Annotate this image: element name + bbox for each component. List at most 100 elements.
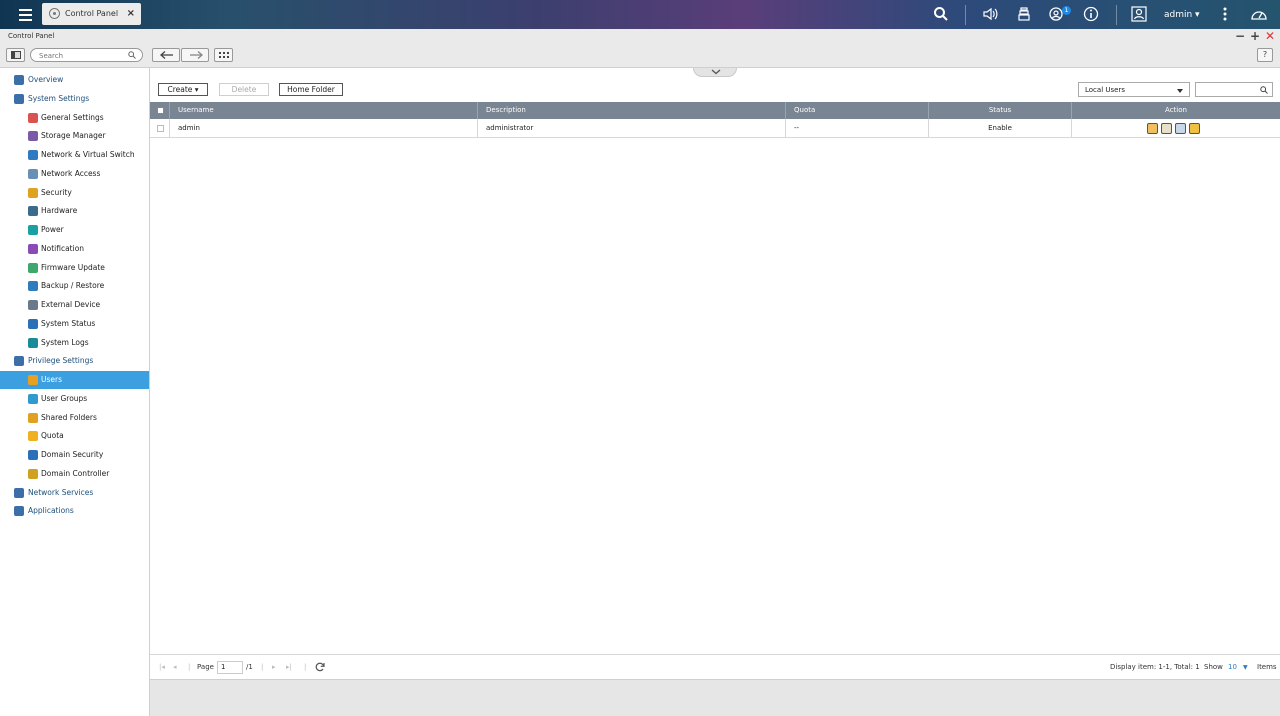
- filter-input[interactable]: [1195, 82, 1273, 97]
- sidebar-item-shared-folders[interactable]: Shared Folders: [0, 409, 149, 427]
- last-page-icon[interactable]: ▸|: [286, 663, 292, 671]
- page-label: Page: [197, 663, 214, 671]
- refresh-icon[interactable]: [315, 662, 325, 672]
- sidebar-item-overview[interactable]: Overview: [0, 71, 149, 89]
- external-device-icon: [28, 300, 38, 310]
- sidebar-item-label: Quota: [41, 431, 64, 441]
- domain-security-icon: [28, 450, 38, 460]
- back-button[interactable]: [152, 48, 180, 62]
- window-title: Control Panel: [8, 32, 55, 40]
- tab-control-panel[interactable]: Control Panel ×: [42, 3, 141, 25]
- chevron-down-icon[interactable]: ▼: [1243, 664, 1248, 671]
- divider: |: [261, 663, 264, 671]
- sidebar-item-user-groups[interactable]: User Groups: [0, 390, 149, 408]
- more-options-icon[interactable]: [1217, 6, 1233, 22]
- maximize-button[interactable]: +: [1250, 29, 1260, 44]
- main-menu-button[interactable]: [12, 4, 38, 25]
- close-window-button[interactable]: ✕: [1265, 29, 1275, 44]
- edit-permissions-icon[interactable]: [1189, 123, 1200, 134]
- search-icon[interactable]: [933, 6, 949, 22]
- user-menu[interactable]: admin ▾: [1164, 10, 1200, 20]
- dashboard-icon[interactable]: [1250, 6, 1268, 22]
- sidebar-item-power[interactable]: Power: [0, 221, 149, 239]
- search-icon[interactable]: [128, 51, 136, 59]
- page-size-select[interactable]: 10: [1228, 663, 1237, 671]
- sidebar-item-general-settings[interactable]: General Settings: [0, 109, 149, 127]
- column-header-description[interactable]: Description: [478, 102, 786, 119]
- sidebar-item-label: System Status: [41, 318, 96, 328]
- sidebar-item-privilege-settings[interactable]: Privilege Settings: [0, 352, 149, 370]
- sidebar-item-system-settings[interactable]: System Settings: [0, 90, 149, 108]
- user-type-select[interactable]: Local Users: [1078, 82, 1190, 97]
- column-header-username[interactable]: Username: [170, 102, 478, 119]
- column-header-quota[interactable]: Quota: [786, 102, 929, 119]
- select-all-checkbox[interactable]: [157, 107, 164, 114]
- user-type-value: Local Users: [1085, 86, 1125, 94]
- show-label: Show: [1204, 663, 1223, 671]
- sidebar-item-network-access[interactable]: Network Access: [0, 165, 149, 183]
- table-header: Username Description Quota Status Action: [150, 102, 1280, 119]
- user-avatar-icon[interactable]: [1131, 6, 1147, 22]
- table-row[interactable]: admin administrator -- Enable: [150, 119, 1280, 138]
- next-page-icon[interactable]: ▸: [272, 663, 276, 671]
- sidebar-item-label: Applications: [28, 506, 74, 516]
- collapse-panel-button[interactable]: [693, 68, 737, 77]
- sidebar-toggle-button[interactable]: [6, 48, 25, 62]
- sidebar-item-firmware-update[interactable]: Firmware Update: [0, 259, 149, 277]
- cell-username: admin: [170, 119, 478, 138]
- background-tasks-icon[interactable]: [1016, 6, 1032, 22]
- forward-button[interactable]: [181, 48, 209, 62]
- app-grid-button[interactable]: [214, 48, 233, 62]
- sidebar-item-system-status[interactable]: System Status: [0, 315, 149, 333]
- column-header-status[interactable]: Status: [929, 102, 1072, 119]
- sidebar-item-security[interactable]: Security: [0, 184, 149, 202]
- create-button[interactable]: Create ▾: [158, 83, 208, 96]
- edit-group-icon[interactable]: [1175, 123, 1186, 134]
- sidebar-item-label: System Logs: [41, 337, 89, 347]
- users-icon: [28, 375, 38, 385]
- system-settings-icon: [14, 93, 24, 104]
- search-box[interactable]: [30, 48, 143, 62]
- search-icon[interactable]: [1260, 86, 1268, 94]
- privilege-settings-icon: [14, 356, 24, 367]
- sidebar-item-label: Backup / Restore: [41, 281, 105, 291]
- sidebar-item-domain-security[interactable]: Domain Security: [0, 446, 149, 464]
- page-number-input[interactable]: 1: [217, 661, 243, 674]
- domain-controller-icon: [28, 468, 38, 479]
- cell-description: administrator: [478, 119, 786, 138]
- search-input[interactable]: [39, 51, 129, 60]
- select-all-cell: [150, 102, 170, 119]
- sidebar-item-label: Security: [41, 187, 72, 197]
- sidebar-item-label: Network & Virtual Switch: [41, 150, 135, 159]
- change-password-icon[interactable]: [1147, 123, 1158, 134]
- sidebar-item-applications[interactable]: Applications: [0, 502, 149, 520]
- sidebar-item-label: Users: [41, 375, 63, 384]
- sidebar-item-backup-restore[interactable]: Backup / Restore: [0, 277, 149, 295]
- sidebar-item-network-services[interactable]: Network Services: [0, 484, 149, 502]
- home-folder-button[interactable]: Home Folder: [279, 83, 343, 96]
- items-label: Items: [1257, 663, 1277, 671]
- first-page-icon[interactable]: |◂: [159, 663, 165, 671]
- sidebar-item-system-logs[interactable]: System Logs: [0, 334, 149, 352]
- previous-page-icon[interactable]: ◂: [173, 663, 177, 671]
- sidebar-item-quota[interactable]: Quota: [0, 427, 149, 445]
- sidebar-item-storage-manager[interactable]: Storage Manager: [0, 127, 149, 145]
- sidebar-item-label: General Settings: [41, 112, 104, 122]
- sidebar-item-hardware[interactable]: Hardware: [0, 202, 149, 220]
- delete-button[interactable]: Delete: [219, 83, 269, 96]
- sidebar-item-domain-controller[interactable]: Domain Controller: [0, 465, 149, 483]
- edit-profile-icon[interactable]: [1161, 123, 1172, 134]
- help-button[interactable]: ?: [1257, 48, 1273, 62]
- sidebar-item-external-device[interactable]: External Device: [0, 296, 149, 314]
- volume-icon[interactable]: [982, 6, 998, 22]
- sidebar-item-label: Hardware: [41, 206, 78, 216]
- sidebar-item-label: Storage Manager: [41, 131, 106, 141]
- sidebar-item-label: Notification: [41, 243, 85, 253]
- minimize-button[interactable]: −: [1235, 29, 1245, 44]
- close-icon[interactable]: ×: [127, 8, 135, 19]
- sidebar-item-notification[interactable]: Notification: [0, 240, 149, 258]
- sidebar-item-network-virtual-switch[interactable]: Network & Virtual Switch: [0, 146, 149, 164]
- info-icon[interactable]: [1083, 6, 1099, 22]
- row-checkbox[interactable]: [157, 125, 164, 132]
- sidebar-item-users[interactable]: Users: [0, 371, 149, 389]
